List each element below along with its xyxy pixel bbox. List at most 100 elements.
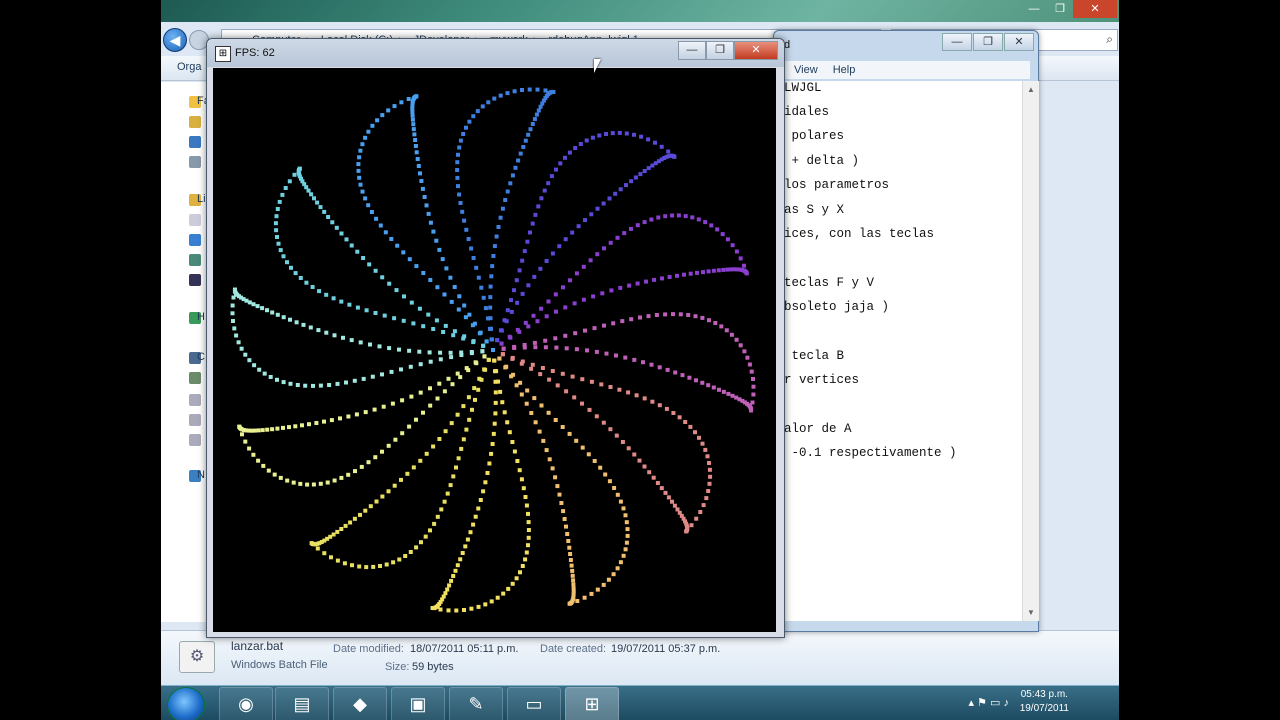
rose-point: [233, 287, 237, 292]
drive-icon[interactable]: [189, 434, 201, 446]
nav-item-libraries[interactable]: Li: [197, 193, 206, 205]
rose-point: [649, 217, 654, 222]
rose-point: [526, 543, 530, 548]
rose-point: [510, 173, 515, 178]
rose-point: [553, 336, 558, 341]
recent-icon[interactable]: [189, 156, 201, 168]
rose-point: [411, 465, 416, 470]
minimize-button[interactable]: —: [678, 41, 706, 60]
rose-point: [587, 407, 592, 412]
rose-point: [278, 248, 283, 253]
rose-point: [428, 528, 432, 533]
rose-point: [405, 471, 410, 476]
maximize-button[interactable]: ❐: [706, 41, 734, 60]
drive-icon[interactable]: [189, 414, 201, 426]
rose-point: [583, 328, 587, 333]
nav-item-homegroup[interactable]: H: [197, 311, 205, 323]
rose-point: [346, 414, 351, 419]
rose-point: [507, 430, 512, 435]
rose-point: [487, 461, 492, 466]
close-button[interactable]: ✕: [734, 41, 778, 60]
folder-icon[interactable]: [189, 116, 201, 128]
maximize-button[interactable]: ❐: [973, 33, 1003, 51]
cmd-taskbar-icon[interactable]: ▭: [507, 687, 561, 720]
rose-point: [329, 555, 333, 560]
rose-point: [505, 420, 510, 425]
documents-icon[interactable]: [189, 214, 201, 226]
rose-point: [461, 404, 466, 409]
rose-point: [407, 257, 412, 262]
rose-point: [421, 410, 425, 415]
rose-point: [330, 220, 335, 225]
lwjgl-titlebar[interactable]: ⊞ FPS: 62 — ❐ ✕: [207, 39, 784, 67]
system-tray-icons[interactable]: ▴ ⚑ ▭ ♪: [969, 696, 1009, 709]
close-button[interactable]: ✕: [1073, 0, 1117, 18]
rose-point: [418, 171, 422, 176]
rose-point: [316, 328, 321, 333]
search-icon[interactable]: ⌕: [1106, 32, 1113, 47]
rose-point: [725, 237, 730, 242]
nav-item-network[interactable]: N: [197, 469, 205, 481]
vertical-scrollbar[interactable]: ▲ ▼: [1022, 81, 1039, 621]
rose-point: [303, 383, 308, 388]
rose-point: [673, 370, 678, 375]
rose-point: [421, 324, 426, 329]
rose-point: [497, 356, 502, 361]
lwjgl-window: ⊞ FPS: 62 — ❐ ✕: [206, 38, 785, 638]
music-icon[interactable]: [189, 234, 201, 246]
rose-point: [451, 474, 456, 479]
rose-point: [670, 213, 675, 218]
rose-point: [342, 561, 347, 566]
rose-point: [601, 420, 606, 425]
maximize-button[interactable]: ❐: [1047, 0, 1073, 18]
organize-button[interactable]: Orga: [177, 61, 201, 73]
rose-point: [412, 132, 417, 137]
rose-point: [493, 379, 498, 384]
back-button[interactable]: ◀: [163, 28, 187, 52]
rose-point: [491, 431, 496, 436]
pictures-icon[interactable]: [189, 254, 201, 266]
rose-point: [281, 315, 286, 320]
winrar-taskbar-icon[interactable]: ▣: [391, 687, 445, 720]
minimize-button[interactable]: —: [942, 33, 972, 51]
lwjgl-taskbar-icon[interactable]: ⊞: [565, 687, 619, 720]
rose-point: [509, 309, 514, 314]
rose-point: [644, 279, 648, 284]
rose-point: [564, 346, 569, 351]
app-taskbar-icon[interactable]: ◆: [333, 687, 387, 720]
rose-point: [478, 498, 483, 502]
rose-point: [457, 145, 462, 150]
rose-point: [460, 551, 465, 555]
rose-point: [557, 492, 562, 497]
clock[interactable]: 05:43 p.m. 19/07/2011: [1020, 688, 1069, 716]
rose-point: [383, 230, 388, 235]
modified-label: Date modified:: [333, 643, 404, 655]
rose-point: [624, 183, 628, 188]
rose-point: [339, 299, 344, 304]
explorer-taskbar-icon[interactable]: ▤: [275, 687, 329, 720]
text-line: teclas F y V: [784, 276, 875, 290]
scroll-down-arrow[interactable]: ▼: [1023, 608, 1039, 617]
close-button[interactable]: ✕: [1004, 33, 1034, 51]
desktop-icon[interactable]: [189, 136, 201, 148]
rose-point: [234, 333, 239, 338]
nav-item-computer[interactable]: C: [197, 351, 205, 363]
scroll-up-arrow[interactable]: ▲: [1023, 85, 1039, 94]
videos-icon[interactable]: [189, 274, 201, 286]
rose-point: [726, 391, 731, 396]
notepad-titlebar[interactable]: d — ❐ ✕: [774, 31, 1038, 53]
notepad-text-area[interactable]: LWJGL idales polares + delta ) los param…: [774, 81, 1022, 621]
notepad-taskbar-icon[interactable]: ✎: [449, 687, 503, 720]
rose-point: [464, 366, 469, 371]
start-button[interactable]: [167, 687, 205, 720]
rose-point: [483, 602, 488, 607]
menu-view[interactable]: View: [794, 64, 818, 76]
chrome-taskbar-icon[interactable]: ◉: [219, 687, 273, 720]
rose-point: [335, 381, 340, 386]
local-disk-icon[interactable]: [189, 372, 201, 384]
render-canvas[interactable]: [213, 68, 776, 632]
drive-icon[interactable]: [189, 394, 201, 406]
minimize-button[interactable]: —: [1021, 0, 1047, 18]
rose-point: [580, 401, 584, 406]
menu-help[interactable]: Help: [833, 64, 856, 76]
